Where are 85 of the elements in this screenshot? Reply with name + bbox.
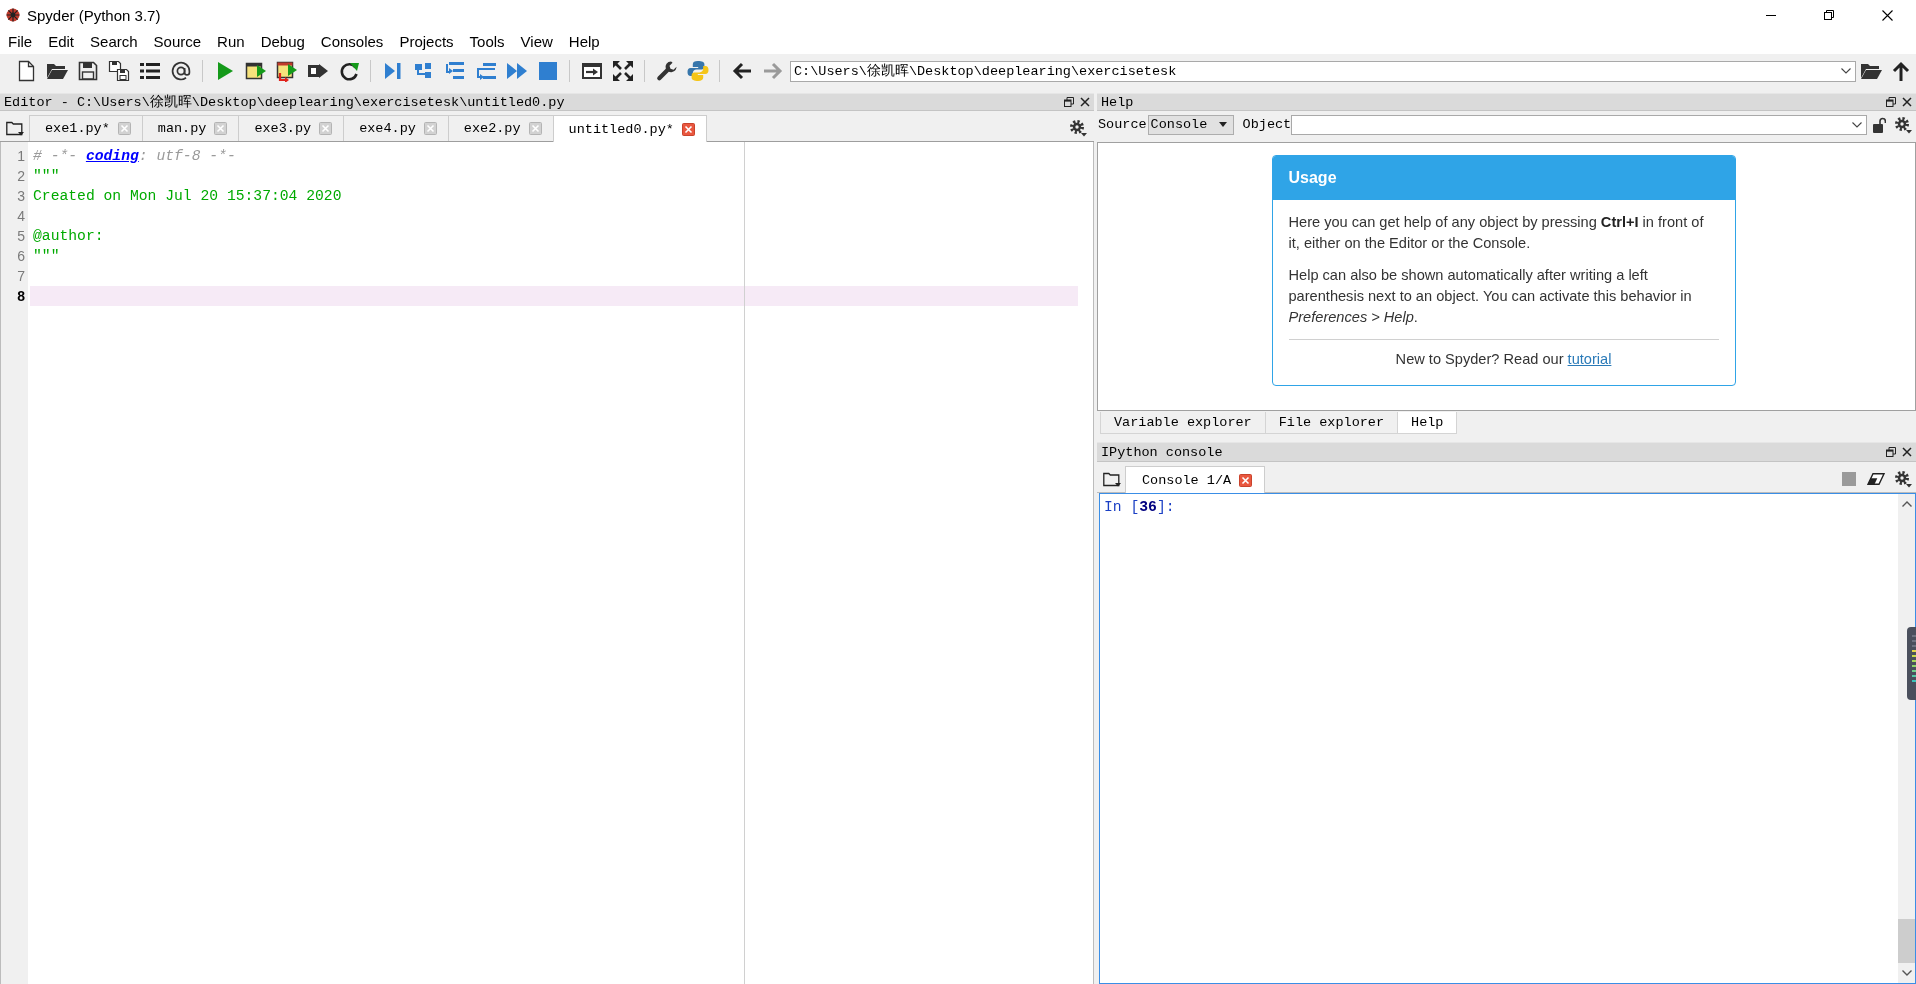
- close-icon[interactable]: [1902, 97, 1912, 107]
- settings-icon[interactable]: [1893, 470, 1912, 488]
- source-dropdown[interactable]: Console: [1147, 114, 1234, 135]
- dock-tab[interactable]: Variable explorer: [1100, 412, 1266, 434]
- line-number: 1: [16, 147, 26, 166]
- help-footer-text: New to Spyder? Read our tutorial: [1394, 350, 1613, 369]
- close-icon[interactable]: [1902, 447, 1912, 457]
- editor-tab[interactable]: exe1.py*: [29, 115, 143, 141]
- overlapping-squares-icon[interactable]: [1886, 447, 1896, 457]
- box-with-play-and-arrow-icon[interactable]: [275, 60, 298, 82]
- double-triangle-icon[interactable]: [505, 60, 528, 82]
- menu-item[interactable]: Projects: [391, 31, 462, 53]
- chevron-down-icon[interactable]: [1901, 970, 1912, 976]
- folder-icon[interactable]: [1103, 471, 1121, 487]
- menu-item[interactable]: Help: [560, 31, 608, 53]
- caret-icon[interactable]: [1841, 68, 1851, 74]
- line-number: 3: [16, 187, 26, 206]
- minimize-icon[interactable]: [1766, 14, 1776, 16]
- object-label: Object: [1241, 117, 1292, 132]
- console-tab[interactable]: Console 1/A: [1125, 466, 1266, 493]
- tutorial-link[interactable]: tutorial: [1567, 351, 1612, 367]
- line-number: 7: [16, 267, 26, 286]
- window-title: Spyder (Python 3.7): [27, 6, 161, 24]
- lines-with-return-arrow-icon[interactable]: [474, 60, 497, 82]
- menu-item[interactable]: Source: [145, 31, 210, 53]
- path-field[interactable]: C:\Users\徐凯晖\Desktop\deeplearing\exercisetesk: [790, 60, 1856, 82]
- console-output[interactable]: In [36]:: [1099, 493, 1916, 984]
- pane-title: IPython console: [1101, 444, 1224, 460]
- code-line: # -*- coding: utf-8 -*-: [33, 148, 236, 164]
- snake-logo-icon[interactable]: [686, 60, 709, 82]
- help-paragraph: Here you can get help of any object by pressing Ctrl+I in front of it, either on the Editor or the Console.: [1288, 213, 1705, 253]
- code-line: """: [33, 168, 60, 184]
- usage-title: Usage: [1272, 156, 1735, 200]
- line-number: 8: [16, 287, 26, 306]
- code-line: @author:: [33, 228, 104, 244]
- two-floppy-disks-icon[interactable]: [107, 60, 130, 82]
- code-line: """: [33, 248, 60, 264]
- menu-item[interactable]: Edit: [40, 31, 83, 53]
- caret-icon[interactable]: [1852, 121, 1863, 128]
- padlock-icon[interactable]: [1873, 116, 1887, 133]
- app-logo-icon: [6, 8, 20, 22]
- menu-item[interactable]: Search: [82, 31, 146, 53]
- overlapping-squares-icon[interactable]: [1064, 97, 1074, 107]
- help-paragraph: Help can also be shown automatically after writing a left parenthesis next to an object. You can activate this behavior in Preferences > Help.: [1288, 266, 1693, 327]
- pane-title: Help: [1101, 94, 1135, 110]
- left-arrow-icon[interactable]: [730, 60, 753, 82]
- menu-item[interactable]: Debug: [252, 31, 313, 53]
- menu-item[interactable]: Tools: [461, 31, 513, 53]
- menu-item[interactable]: File: [0, 31, 41, 53]
- scrollbar-thumb[interactable]: [1898, 919, 1915, 963]
- at-sign-icon[interactable]: [169, 60, 192, 82]
- code-line: Created on Mon Jul 20 15:37:04 2020: [33, 188, 342, 204]
- pane-title: Editor - C:\Users\徐凯晖\Desktop\deeplearing\exercisetesk\untitled0.py: [4, 93, 566, 111]
- expand-arrows-icon[interactable]: [611, 60, 634, 82]
- menu-item[interactable]: Consoles: [312, 31, 392, 53]
- dock-tab[interactable]: Help: [1397, 412, 1458, 434]
- overlapping-squares-icon[interactable]: [1886, 97, 1896, 107]
- level-meter-icon: [1907, 627, 1916, 700]
- eraser-icon[interactable]: [1866, 473, 1885, 485]
- box-with-play-icon[interactable]: [244, 60, 267, 82]
- menu-item[interactable]: Run: [209, 31, 253, 53]
- caret-icon[interactable]: [1218, 122, 1227, 127]
- restore-icon[interactable]: [1824, 10, 1834, 20]
- console-prompt: In [36]:: [1104, 499, 1175, 515]
- stop-icon[interactable]: [536, 60, 559, 82]
- code-editor[interactable]: 1 2 3 4 5 6 7 8 # -*- coding: utf-8 -*- """ Created on Mon Jul 20 15:37:04 2020 @author: """: [0, 142, 1094, 984]
- menu-item[interactable]: View: [512, 31, 561, 53]
- line-number: 4: [16, 207, 26, 226]
- line-number: 6: [16, 247, 26, 266]
- chevron-up-icon[interactable]: [1901, 501, 1912, 507]
- line-number: 5: [16, 227, 26, 246]
- line-number: 2: [16, 167, 26, 186]
- close-icon[interactable]: [1881, 9, 1893, 21]
- object-field[interactable]: [1291, 114, 1868, 135]
- scrollbar[interactable]: [1898, 494, 1915, 983]
- bulleted-list-icon[interactable]: [138, 60, 161, 82]
- up-arrow-icon[interactable]: [1890, 60, 1912, 82]
- lines-with-arrow-icon[interactable]: [443, 60, 466, 82]
- folder-icon[interactable]: [5, 120, 24, 136]
- settings-icon[interactable]: [1894, 115, 1913, 134]
- source-label: Source: [1097, 117, 1147, 132]
- wrench-icon[interactable]: [655, 60, 678, 82]
- close-icon[interactable]: [1080, 97, 1090, 107]
- editor-tab[interactable]: untitled0.py*: [552, 115, 707, 142]
- settings-icon[interactable]: [1069, 119, 1087, 137]
